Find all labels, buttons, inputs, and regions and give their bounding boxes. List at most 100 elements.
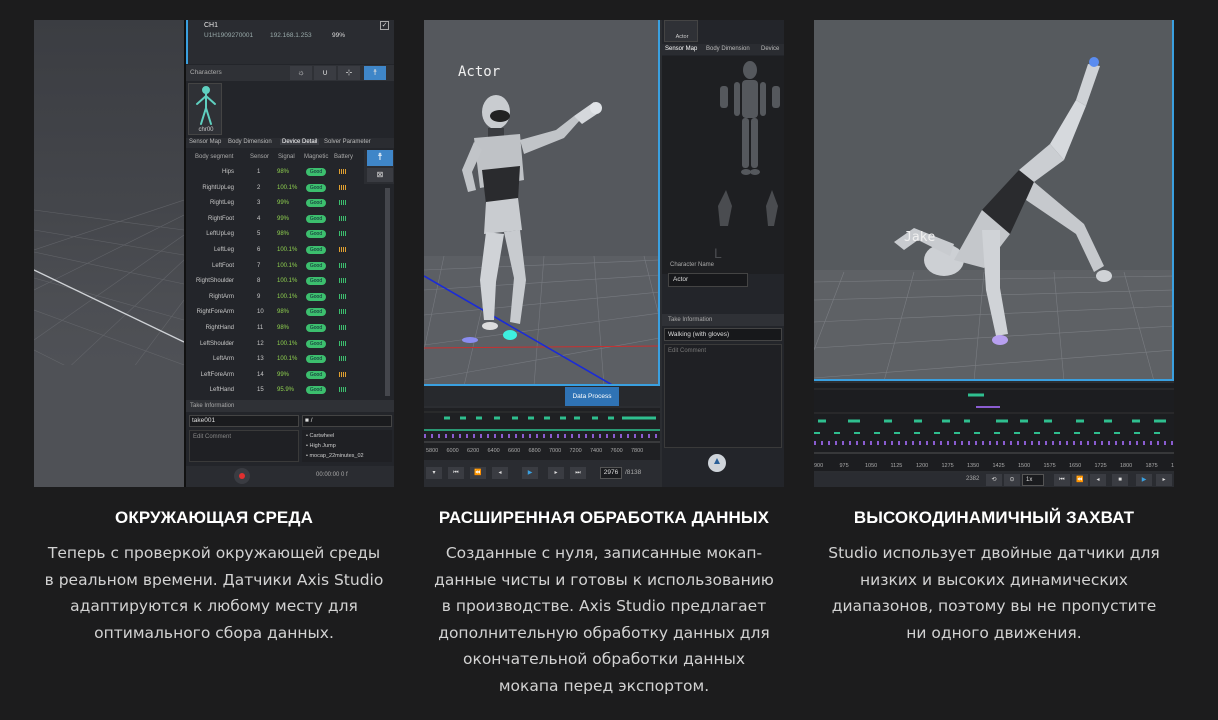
frame-input[interactable]: 2976 bbox=[600, 467, 622, 479]
table-row[interactable]: RightShoulder 8 100.1% Good bbox=[186, 275, 382, 291]
prev-frame-icon[interactable]: ◂ bbox=[1090, 474, 1106, 486]
table-row[interactable]: LeftForeArm 14 99% Good bbox=[186, 369, 382, 385]
status-badge: Good bbox=[306, 308, 326, 317]
device-battery: 99% bbox=[332, 32, 346, 39]
export-icon[interactable] bbox=[708, 454, 726, 472]
3d-viewport[interactable]: Actor bbox=[424, 20, 660, 386]
play-icon[interactable]: ▶ bbox=[522, 467, 538, 479]
last-frame-icon[interactable]: ⏭ bbox=[570, 467, 586, 479]
tick-label: 1800 bbox=[1120, 463, 1133, 469]
feature-card-data-processing: Actor Data Process 5800 6000 6200 6400 6… bbox=[424, 20, 784, 695]
table-row[interactable]: RightLeg 3 99% Good bbox=[186, 197, 382, 213]
table-header: Body segment Sensor Signal Magnetic Batt… bbox=[186, 152, 362, 162]
speed-select[interactable]: 1x bbox=[1022, 474, 1044, 486]
record-bar: 00:00:00 0 f bbox=[186, 466, 394, 487]
prev-frame-icon[interactable]: ◂ bbox=[492, 467, 508, 479]
table-row[interactable]: LeftUpLeg 5 98% Good bbox=[186, 228, 382, 244]
status-badge: Good bbox=[306, 339, 326, 348]
tab-device[interactable]: Device bbox=[761, 46, 779, 52]
table-row[interactable]: RightForeArm 10 98% Good bbox=[186, 306, 382, 322]
speed-icon[interactable]: ⊙ bbox=[1004, 474, 1020, 486]
data-process-button[interactable]: Data Process bbox=[565, 387, 619, 406]
tpose-icon[interactable]: ☨ bbox=[364, 66, 386, 80]
stop-icon[interactable]: ■ bbox=[1112, 474, 1128, 486]
tick-label: 1425 bbox=[992, 463, 1005, 469]
3d-viewport[interactable] bbox=[34, 20, 184, 487]
table-row[interactable]: LeftLeg 6 100.1% Good bbox=[186, 244, 382, 260]
feature-description: Созданные с нуля, записанные мокап- данн… bbox=[434, 544, 774, 695]
first-frame-icon[interactable]: ⏮ bbox=[448, 467, 464, 479]
comment-field[interactable]: Edit Comment bbox=[189, 430, 299, 462]
floor-grid bbox=[814, 20, 1172, 379]
next-frame-icon[interactable]: ▸ bbox=[1156, 474, 1172, 486]
loop-icon[interactable]: ⟲ bbox=[986, 474, 1002, 486]
timeline[interactable]: 900 975 1050 1125 1200 1275 1350 1425 1500 1575 16… bbox=[814, 383, 1174, 471]
device-entry[interactable]: CH1 U1H1909270001 192.168.1.253 99% ✓ bbox=[186, 20, 394, 64]
table-row[interactable]: LeftFoot 7 100.1% Good bbox=[186, 260, 382, 276]
take-item[interactable]: • mocap_22minutes_02 bbox=[306, 451, 388, 461]
character-name-label: Character Name bbox=[670, 262, 715, 268]
tab-body-dimension[interactable]: Body Dimension bbox=[706, 46, 750, 52]
prev-key-icon[interactable]: ⏪ bbox=[470, 467, 486, 479]
signal-value: 99% bbox=[277, 371, 290, 378]
segment-name: LeftShoulder bbox=[199, 340, 234, 347]
tick-label: 1875 bbox=[1145, 463, 1158, 469]
table-scrollbar[interactable] bbox=[385, 188, 390, 396]
tab-solver-parameter[interactable]: Solver Parameter bbox=[324, 139, 371, 145]
sensor-table: Hips 1 98% Good RightUpLeg 2 100.1% Good RightLe… bbox=[186, 166, 382, 400]
table-row[interactable]: RightFoot 4 99% Good bbox=[186, 213, 382, 229]
3d-viewport[interactable]: Jake bbox=[814, 20, 1174, 381]
take-info-label: Take Information bbox=[190, 403, 235, 409]
tick-label: 6400 bbox=[487, 448, 500, 454]
screenshot-data-processing: Actor Data Process 5800 6000 6200 6400 6… bbox=[424, 20, 784, 487]
feature-description: Теперь с проверкой окружающей среды в ре… bbox=[44, 544, 384, 642]
frame-value: 2382 bbox=[966, 476, 980, 482]
tab-device-detail[interactable]: Device Detail bbox=[280, 139, 320, 145]
table-row[interactable]: RightHand 11 98% Good bbox=[186, 322, 382, 338]
col-battery: Battery bbox=[334, 154, 354, 160]
tab-body-dimension[interactable]: Body Dimension bbox=[228, 139, 272, 145]
dropdown-icon[interactable]: ▾ bbox=[426, 467, 442, 479]
tab-sensor-map[interactable]: Sensor Map bbox=[189, 139, 221, 145]
status-badge: Good bbox=[306, 199, 326, 208]
prev-key-icon[interactable]: ⏪ bbox=[1072, 474, 1088, 486]
sensor-number: 8 bbox=[257, 278, 261, 285]
signal-value: 100.1% bbox=[277, 293, 298, 300]
take-info-header: Take Information bbox=[662, 314, 784, 326]
comment-field[interactable]: Edit Comment bbox=[664, 344, 782, 448]
signal-value: 98% bbox=[277, 231, 290, 238]
first-frame-icon[interactable]: ⏮ bbox=[1054, 474, 1070, 486]
table-row[interactable]: RightUpLeg 2 100.1% Good bbox=[186, 182, 382, 198]
tab-sensor-map[interactable]: Sensor Map bbox=[665, 46, 697, 52]
take-item[interactable]: • Cartwheel bbox=[306, 431, 388, 441]
next-frame-icon[interactable]: ▸ bbox=[548, 467, 564, 479]
character-name-input[interactable]: Actor bbox=[668, 273, 748, 287]
tick-label: 6600 bbox=[508, 448, 521, 454]
actor-label: Actor bbox=[458, 64, 501, 80]
table-row[interactable]: Hips 1 98% Good bbox=[186, 166, 382, 182]
segment-name: RightFoot bbox=[207, 215, 234, 222]
segment-name: RightHand bbox=[205, 324, 234, 331]
timeline[interactable]: 5800 6000 6200 6400 6600 6800 7000 7200 7400 7600… bbox=[424, 408, 660, 460]
character-thumbnail[interactable]: chr00 bbox=[188, 83, 222, 135]
take-name-input[interactable]: Walking (with gloves) bbox=[664, 328, 782, 341]
table-row[interactable]: RightArm 9 100.1% Good bbox=[186, 291, 382, 307]
table-row[interactable]: LeftHand 15 95.9% Good bbox=[186, 384, 382, 400]
actor-thumbnail[interactable]: Actor bbox=[664, 20, 698, 42]
take-name-input[interactable]: take001 bbox=[189, 415, 299, 427]
magnet-icon[interactable]: ∪ bbox=[314, 66, 336, 80]
bulb-icon[interactable]: ☼ bbox=[290, 66, 312, 80]
take-list[interactable]: • Cartwheel • High Jump • mocap_22minute… bbox=[302, 430, 392, 462]
table-row[interactable]: LeftShoulder 12 100.1% Good bbox=[186, 338, 382, 354]
sensor-map[interactable]: L Character Name bbox=[662, 56, 784, 274]
pose-icon[interactable]: ⊹ bbox=[338, 66, 360, 80]
device-checkbox[interactable]: ✓ bbox=[380, 21, 389, 30]
person-icon[interactable]: ☨ bbox=[367, 150, 393, 166]
status-badge: Good bbox=[306, 230, 326, 239]
play-icon[interactable]: ▶ bbox=[1136, 474, 1152, 486]
take-path-select[interactable]: ■ / bbox=[302, 415, 392, 427]
table-row[interactable]: LeftArm 13 100.1% Good bbox=[186, 353, 382, 369]
take-item[interactable]: • High Jump bbox=[306, 441, 388, 451]
record-button[interactable] bbox=[234, 468, 250, 484]
panel-tabs: Sensor Map Body Dimension Device Detail … bbox=[186, 138, 394, 148]
